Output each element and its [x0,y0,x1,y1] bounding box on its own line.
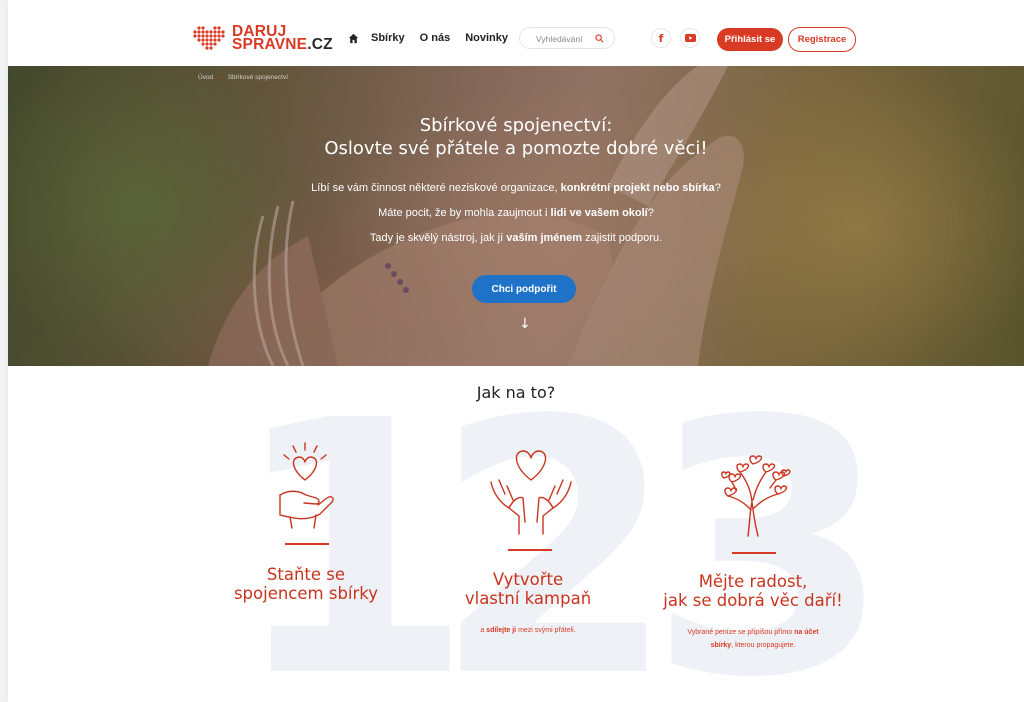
step-2-title-line1: Vytvořte [492,570,564,589]
logo-line2-suffix: .CZ [307,36,333,53]
nav-item-o-nas[interactable]: O nás [420,32,451,44]
step-2-desc-bold: sdílejte ji [486,627,517,634]
hero-p3-post: zajistit podporu. [582,232,663,244]
step-3-desc-line2-bold: sbírky [710,642,732,649]
logo-text: DARUJ SPRAVNE.CZ [232,24,333,53]
step-3-title: Mějte radost, jak se dobrá věc daří! [638,572,868,610]
logo-line2-main: SPRAVNE [232,36,308,53]
hero-title-line1: Sbírkové spojenectví: [419,115,613,136]
step-2-desc-post: mezi svými přáteli. [516,627,576,634]
step-2-title-line2: vlastní kampaň [464,589,592,608]
search-icon[interactable] [595,34,604,43]
search-box [519,27,615,49]
hero-p1-post: ? [714,182,721,194]
youtube-icon[interactable] [680,28,700,48]
step-number-2: 2 [433,346,677,702]
step-3-description: Vybrané peníze se připíšou přímo na účet… [638,626,868,652]
step-3-desc-line1-pre: Vybrané peníze se připíšou přímo [687,629,795,636]
step-3-desc-line1-bold: na účet [794,629,819,636]
arrow-down-icon[interactable]: ↓ [519,316,531,332]
hand-heart-icon [279,442,334,529]
step-3-title-line2: jak se dobrá věc daří! [663,591,843,610]
section-title: Jak na to? [476,383,556,402]
youtube-play-icon [684,34,696,42]
hero-p3-bold: vaším jménem [506,232,583,244]
hero-paragraph-2: Máte pocit, že by mohla zaujmout i lidi … [8,207,1024,219]
step-2-description: a sdílejte ji mezi svými přáteli. [428,624,628,637]
heart-dots-logo-icon [193,26,225,50]
hero-p2-bold: lidi ve vašem okolí [550,207,648,219]
breadcrumb-home[interactable]: Úvod [198,74,213,81]
hero-p1-pre: Líbí se vám činnost některé neziskové or… [311,182,561,194]
step-2-divider [508,549,552,551]
breadcrumb: Úvod — Sbírkové spojenectví [198,74,288,81]
step-3-divider [732,552,776,554]
breadcrumb-separator: — [217,74,224,81]
facebook-icon[interactable]: f [651,28,671,48]
hero-p2-pre: Máte pocit, že by mohla zaujmout i [378,207,551,219]
hero-paragraph-1: Líbí se vám činnost některé neziskové or… [8,182,1024,194]
logo-line2: SPRAVNE.CZ [232,36,333,53]
page: DARUJ SPRAVNE.CZ Sbírky O nás Novinky f [8,0,1024,702]
hero-paragraph-3: Tady je skvělý nástroj, jak jí vaším jmé… [8,232,1024,244]
hero-banner: Úvod — Sbírkové spojenectví Sbírkové spoje… [8,66,1024,366]
hero-title-line2: Oslovte své přátele a pomozte dobré věci… [324,138,708,159]
hero-p3-pre: Tady je skvělý nástroj, jak jí [369,232,507,244]
logo[interactable]: DARUJ SPRAVNE.CZ [193,24,333,53]
login-button[interactable]: Přihlásit se [717,28,783,51]
search-input[interactable] [534,33,602,45]
step-1-title-line2: spojencem sbírky [233,584,379,603]
step-3-title-line1: Mějte radost, [698,572,808,591]
hero-p2-post: ? [647,207,654,219]
home-icon[interactable] [348,33,359,44]
step-1-divider [285,543,329,545]
step-1-title: Staňte se spojencem sbírky [206,565,406,603]
support-button[interactable]: Chci podpořit [472,275,576,303]
heart-tree-icon [721,455,791,537]
register-button[interactable]: Registrace [788,27,856,52]
step-2-title: Vytvořte vlastní kampaň [428,570,628,608]
breadcrumb-current: Sbírkové spojenectví [227,74,289,81]
nav-item-novinky[interactable]: Novinky [465,32,508,44]
main-nav: Sbírky O nás Novinky [348,32,523,44]
nav-item-sbirky[interactable]: Sbírky [371,32,405,44]
site-header: DARUJ SPRAVNE.CZ Sbírky O nás Novinky f [8,0,1024,66]
step-3-desc-line2-post: , kterou propagujete. [731,642,796,649]
hero-p1-bold: konkrétní projekt nebo sbírka [560,182,715,194]
step-1-title-line1: Staňte se [266,565,346,584]
hero-title: Sbírkové spojenectví: Oslovte své přátel… [8,114,1024,160]
hands-heart-icon [490,450,572,535]
